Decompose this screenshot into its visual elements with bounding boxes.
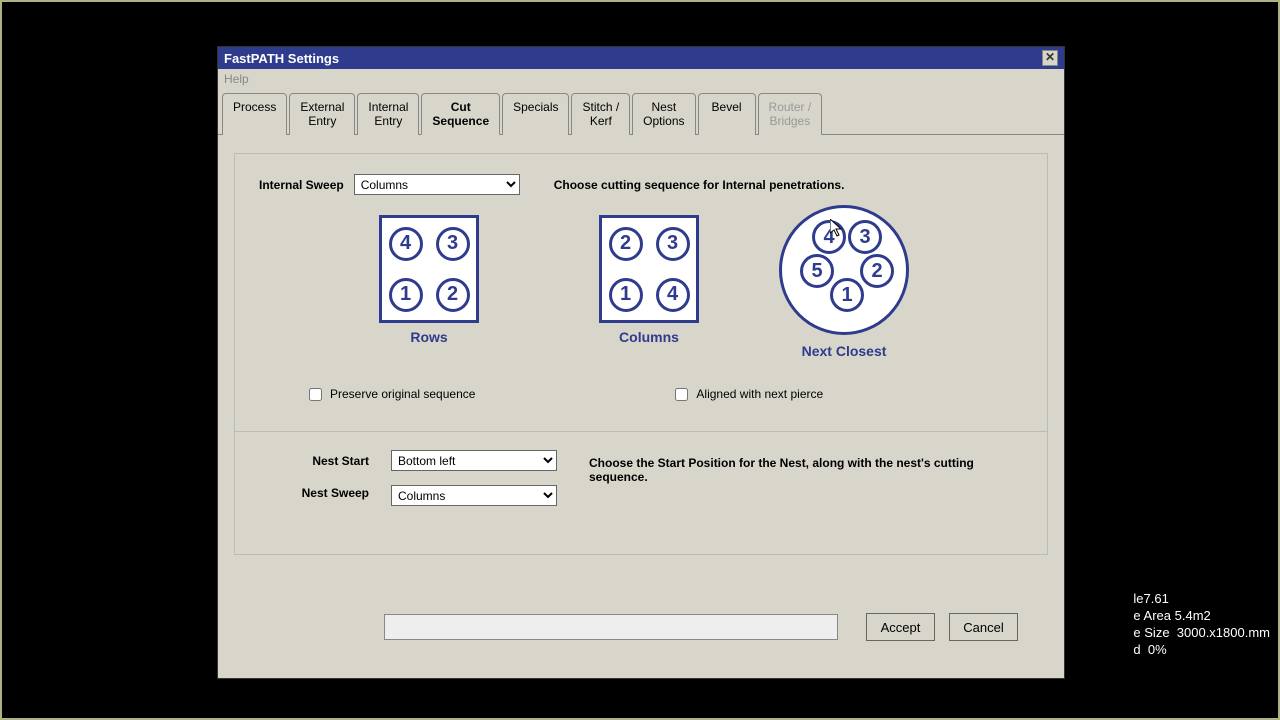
status-bar	[384, 614, 838, 640]
menu-help[interactable]: Help	[224, 72, 249, 86]
tab-internal-entry[interactable]: Internal Entry	[357, 93, 419, 135]
diagram-next-cell: 5	[800, 254, 834, 288]
preserve-sequence-input[interactable]	[309, 388, 322, 401]
diagram-next-cell: 4	[812, 220, 846, 254]
cancel-button[interactable]: Cancel	[949, 613, 1018, 641]
diagram-rows-cell: 2	[436, 278, 470, 312]
aligned-pierce-checkbox[interactable]: Aligned with next pierce	[675, 387, 823, 401]
diagram-rows-label: Rows	[379, 329, 479, 345]
tab-stitch-kerf[interactable]: Stitch / Kerf	[571, 93, 630, 135]
diagram-cols-cell: 3	[656, 227, 690, 261]
close-icon[interactable]: ✕	[1042, 50, 1058, 66]
diagram-rows-cell: 3	[436, 227, 470, 261]
tab-external-entry[interactable]: External Entry	[289, 93, 355, 135]
diagram-cols-label: Columns	[599, 329, 699, 345]
internal-sweep-select[interactable]: Columns	[354, 174, 520, 195]
tab-specials[interactable]: Specials	[502, 93, 569, 135]
diagram-cols-cell: 2	[609, 227, 643, 261]
tab-process[interactable]: Process	[222, 93, 287, 135]
nest-hint: Choose the Start Position for the Nest, …	[589, 450, 1009, 506]
panel-divider	[235, 431, 1047, 432]
diagram-columns: 2 3 1 4 Columns	[599, 215, 699, 359]
settings-dialog: FastPATH Settings ✕ Help Process Externa…	[217, 46, 1065, 679]
diagram-next-cell: 2	[860, 254, 894, 288]
menubar: Help	[218, 69, 1064, 90]
nest-sweep-label: Nest Sweep	[259, 486, 369, 500]
tab-cut-sequence[interactable]: Cut Sequence	[421, 93, 500, 135]
tab-bevel[interactable]: Bevel	[698, 93, 756, 135]
diagram-row: 4 3 1 2 Rows 2 3 1 4 Columns	[259, 215, 1023, 359]
cut-sequence-panel: Internal Sweep Columns Choose cutting se…	[234, 153, 1048, 555]
diagram-next-cell: 3	[848, 220, 882, 254]
diagram-rows-cell: 4	[389, 227, 423, 261]
nest-start-select[interactable]: Bottom left	[391, 450, 557, 471]
tab-router-bridges[interactable]: Router / Bridges	[758, 93, 823, 135]
diagram-rows: 4 3 1 2 Rows	[379, 215, 479, 359]
content-area: Internal Sweep Columns Choose cutting se…	[218, 135, 1064, 655]
tab-nest-options[interactable]: Nest Options	[632, 93, 695, 135]
background-status-text: le7.61 e Area 5.4m2 e Size 3000.x1800.mm…	[1133, 590, 1270, 658]
preserve-sequence-checkbox[interactable]: Preserve original sequence	[309, 387, 475, 401]
diagram-cols-cell: 1	[609, 278, 643, 312]
diagram-next-label: Next Closest	[779, 343, 909, 359]
diagram-cols-cell: 4	[656, 278, 690, 312]
diagram-next-cell: 1	[830, 278, 864, 312]
diagram-rows-cell: 1	[389, 278, 423, 312]
dialog-footer: Accept Cancel	[234, 609, 1048, 641]
nest-start-label: Nest Start	[259, 454, 369, 468]
internal-sweep-hint: Choose cutting sequence for Internal pen…	[554, 178, 845, 192]
accept-button[interactable]: Accept	[866, 613, 935, 641]
internal-sweep-label: Internal Sweep	[259, 178, 344, 192]
nest-sweep-select[interactable]: Columns	[391, 485, 557, 506]
diagram-next-closest: 4 3 5 2 1 Next Closest	[779, 215, 909, 359]
window-title: FastPATH Settings	[224, 51, 339, 66]
checkbox-row: Preserve original sequence Aligned with …	[259, 387, 1023, 401]
tabstrip: Process External Entry Internal Entry Cu…	[218, 92, 1064, 135]
titlebar: FastPATH Settings ✕	[218, 47, 1064, 69]
aligned-pierce-input[interactable]	[675, 388, 688, 401]
